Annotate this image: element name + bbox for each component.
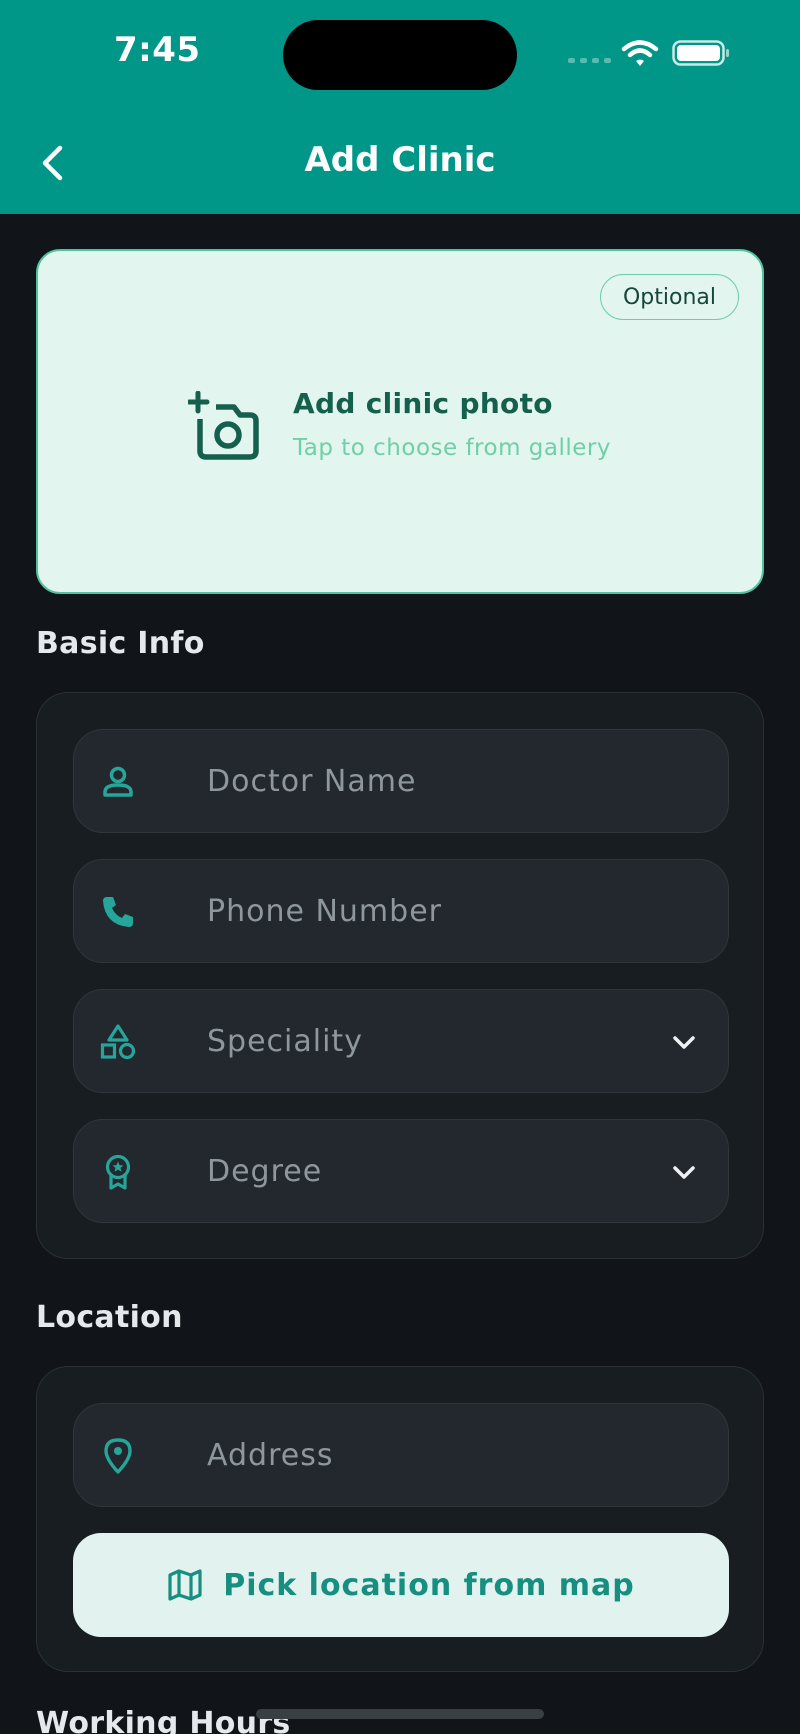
pick-location-button[interactable]: Pick location from map bbox=[73, 1533, 729, 1637]
location-card: Address Pick location from map bbox=[36, 1366, 764, 1672]
chevron-down-icon bbox=[673, 1166, 695, 1179]
degree-label: Degree bbox=[207, 1153, 323, 1189]
add-photo-card[interactable]: Optional Add clinic photo Tap to choose … bbox=[36, 249, 764, 594]
optional-badge: Optional bbox=[599, 274, 739, 320]
category-shapes-icon bbox=[100, 1024, 136, 1060]
basic-info-heading: Basic Info bbox=[36, 626, 205, 661]
doctor-name-field[interactable]: Doctor Name bbox=[73, 729, 729, 833]
battery-icon bbox=[672, 40, 729, 66]
add-photo-icon bbox=[188, 391, 259, 460]
location-heading: Location bbox=[36, 1300, 183, 1335]
phone-icon bbox=[103, 897, 133, 927]
basic-info-card: Doctor Name Phone Number Speciality Degr… bbox=[36, 692, 764, 1259]
add-photo-title: Add clinic photo bbox=[293, 387, 553, 420]
speciality-dropdown[interactable]: Speciality bbox=[73, 989, 729, 1093]
person-icon bbox=[103, 766, 133, 797]
doctor-name-label: Doctor Name bbox=[207, 763, 417, 799]
phone-number-label: Phone Number bbox=[207, 893, 442, 929]
map-icon bbox=[168, 1569, 202, 1601]
pick-location-label: Pick location from map bbox=[223, 1567, 635, 1603]
chevron-down-icon bbox=[673, 1036, 695, 1049]
degree-dropdown[interactable]: Degree bbox=[73, 1119, 729, 1223]
speciality-label: Speciality bbox=[207, 1023, 363, 1059]
cellular-signal-icon bbox=[568, 58, 611, 63]
status-time: 7:45 bbox=[114, 30, 201, 70]
address-field[interactable]: Address bbox=[73, 1403, 729, 1507]
working-hours-heading: Working Hours bbox=[36, 1706, 291, 1734]
address-label: Address bbox=[207, 1437, 334, 1473]
award-badge-icon bbox=[105, 1154, 131, 1190]
location-pin-icon bbox=[104, 1438, 132, 1474]
add-photo-subtitle: Tap to choose from gallery bbox=[293, 435, 611, 461]
dynamic-island bbox=[283, 20, 517, 90]
page-title: Add Clinic bbox=[304, 140, 496, 180]
phone-number-field[interactable]: Phone Number bbox=[73, 859, 729, 963]
app-header: 7:45 Add Clinic bbox=[0, 0, 800, 214]
home-indicator[interactable] bbox=[256, 1709, 544, 1719]
wifi-icon bbox=[621, 40, 659, 66]
